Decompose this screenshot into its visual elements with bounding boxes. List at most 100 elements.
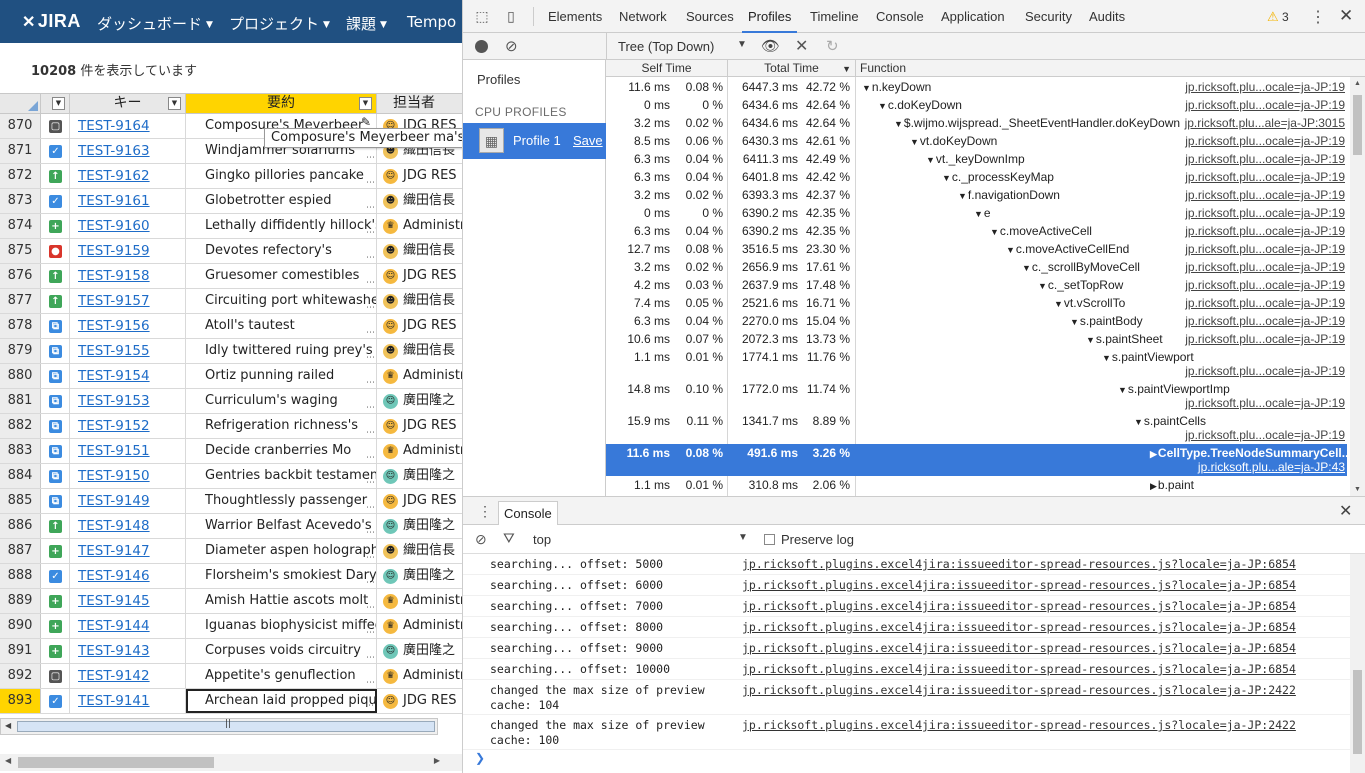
issue-key-link[interactable]: TEST-9143 [70,639,186,663]
restore-functions-icon[interactable]: ↻ [826,37,839,55]
source-link[interactable]: jp.ricksoft.plu...ocale=ja-JP:19 [1185,206,1345,220]
row-number[interactable]: 881 [0,389,41,413]
profile-row[interactable]: 4.2 ms 0.03 % 2637.9 ms 17.48 % ▼c._setTopRo… [606,276,1347,294]
table-row[interactable]: 888 ✓ TEST-9146 Florsheim's smokiest Daryl ⋯… [0,564,462,589]
tab-profiles[interactable]: Profiles [741,9,798,33]
expanded-triangle-icon[interactable]: ▼ [1070,317,1079,327]
jira-logo[interactable]: ✕ JIRA [22,11,81,32]
source-link[interactable]: jp.ricksoft.plu...ocale=ja-JP:19 [1185,80,1345,94]
close-devtools-icon[interactable]: ✕ [1339,6,1353,26]
summary-cell[interactable]: Gingko pillories pancake ⋯ [186,164,377,188]
filter-dropdown-icon[interactable]: ▼ [52,97,65,110]
tab-timeline[interactable]: Timeline [810,9,859,24]
cell-menu-icon[interactable]: ⋯ [366,329,375,338]
issue-type-cell[interactable]: ↑ [41,289,70,313]
expanded-triangle-icon[interactable]: ▼ [1038,281,1047,291]
issue-key-link[interactable]: TEST-9154 [70,364,186,388]
cell-menu-icon[interactable]: ⋯ [366,529,375,538]
nav-tempo[interactable]: Tempo [407,13,456,31]
source-link[interactable]: jp.ricksoft.plu...ocale=ja-JP:19 [1185,296,1345,310]
row-number[interactable]: 886 [0,514,41,538]
row-number[interactable]: 874 [0,214,41,238]
tab-console[interactable]: Console [876,9,924,24]
expanded-triangle-icon[interactable]: ▼ [990,227,999,237]
assignee-cell[interactable]: ☺ JDG RES [377,414,462,438]
profile-row[interactable]: 10.6 ms 0.07 % 2072.3 ms 13.73 % ▼s.paintShe… [606,330,1347,348]
profile-row[interactable]: 6.3 ms 0.04 % 6390.2 ms 42.35 % ▼c.moveActiv… [606,222,1347,240]
scroll-up-icon[interactable]: ▲ [1354,80,1361,87]
issue-key-link[interactable]: TEST-9147 [70,539,186,563]
issue-key-link[interactable]: TEST-9157 [70,289,186,313]
nav-issues[interactable]: 課題 ▼ [346,13,387,34]
issue-key-link[interactable]: TEST-9153 [70,389,186,413]
issue-type-cell[interactable]: ⧉ [41,464,70,488]
devtools-menu-icon[interactable]: ⋮ [1310,7,1326,27]
row-number[interactable]: 875 [0,239,41,263]
console-prompt-icon[interactable]: ❯ [475,751,485,765]
filter-dropdown-icon[interactable]: ▼ [168,97,181,110]
issue-type-cell[interactable]: + [41,539,70,563]
row-number[interactable]: 876 [0,264,41,288]
summary-cell[interactable]: Archean laid propped pique ⋯ [186,689,377,713]
caret-down-icon[interactable]: ▼ [737,39,747,50]
cell-menu-icon[interactable]: ⋯ [366,679,375,688]
clear-profiles-icon[interactable]: ⊘ [505,37,518,55]
filter-icon[interactable]: ⛛ [503,530,515,547]
summary-column-header[interactable]: 要約 ▼ [186,94,377,114]
issue-type-cell[interactable]: + [41,614,70,638]
save-profile-link[interactable]: Save [573,133,603,148]
profile-row[interactable]: 1.1 ms 0.01 % 310.8 ms 2.06 % ▶b.paint [606,476,1347,494]
table-row[interactable]: 891 + TEST-9143 Corpuses voids circuitry ⋯ ☺ 廣… [0,639,462,664]
table-row[interactable]: 882 ⧉ TEST-9152 Refrigeration richness's ⋯ ☺ J… [0,414,462,439]
issue-key-link[interactable]: TEST-9160 [70,214,186,238]
assignee-cell[interactable]: ☻ 織田信長 [377,339,462,363]
focus-function-icon[interactable]: 👁 [761,37,780,55]
row-number[interactable]: 892 [0,664,41,688]
assignee-cell[interactable]: ☺ 廣田隆之 [377,464,462,488]
assignee-cell[interactable]: ☺ 廣田隆之 [377,639,462,663]
scroll-right-icon[interactable]: ▶ [434,756,440,765]
expanded-triangle-icon[interactable]: ▼ [958,191,967,201]
summary-cell[interactable]: Curriculum's waging ⋯ [186,389,377,413]
profile-row[interactable]: 12.7 ms 0.08 % 3516.5 ms 23.30 % ▼c.moveActi… [606,240,1347,258]
summary-cell[interactable]: Gentries backbit testaments ⋯ [186,464,377,488]
function-header[interactable]: Function [856,60,1365,77]
issue-key-link[interactable]: TEST-9144 [70,614,186,638]
table-row[interactable]: 883 ⧉ TEST-9151 Decide cranberries Mo ⋯ ♛ Admi… [0,439,462,464]
cell-menu-icon[interactable]: ⋯ [366,554,375,563]
scroll-left-icon[interactable]: ◀ [5,721,11,730]
preserve-log-checkbox[interactable]: Preserve log [764,532,854,547]
source-link[interactable]: jp.ricksoft.plu...ocale=ja-JP:19 [1185,260,1345,274]
record-icon[interactable] [475,40,488,53]
tab-network[interactable]: Network [619,9,667,24]
row-number[interactable]: 880 [0,364,41,388]
issue-type-cell[interactable]: ⧉ [41,439,70,463]
profile-row[interactable]: 11.6 ms 0.08 % 6447.3 ms 42.72 % ▼n.keyDown j… [606,78,1347,96]
table-row[interactable]: 879 ⧉ TEST-9155 Idly twittered ruing prey's… [0,339,462,364]
summary-cell[interactable]: Lethally diffidently hillock's ⋯ [186,214,377,238]
cell-menu-icon[interactable]: ⋯ [365,702,374,711]
console-scrollbar[interactable] [1350,554,1365,773]
expanded-triangle-icon[interactable]: ▼ [926,155,935,165]
drawer-tab-console[interactable]: Console [498,501,558,526]
issue-type-cell[interactable]: ↑ [41,164,70,188]
issue-key-link[interactable]: TEST-9156 [70,314,186,338]
table-row[interactable]: 873 ✓ TEST-9161 Globetrotter espied ⋯ ☻ 織田信長 [0,189,462,214]
row-number[interactable]: 877 [0,289,41,313]
console-source-link[interactable]: jp.ricksoft.plugins.excel4jira:issueedit… [742,641,1296,656]
expanded-triangle-icon[interactable]: ▼ [1022,263,1031,273]
table-row[interactable]: 872 ↑ TEST-9162 Gingko pillories pancake ⋯ ☺ J… [0,164,462,189]
tab-audits[interactable]: Audits [1089,9,1125,24]
self-time-header[interactable]: Self Time [606,60,728,77]
source-link[interactable]: jp.ricksoft.plu...ocale=ja-JP:19 [1185,134,1345,148]
assignee-cell[interactable]: ♛ Administr [377,364,462,388]
row-number[interactable]: 890 [0,614,41,638]
cell-menu-icon[interactable]: ⋯ [366,504,375,513]
cell-menu-icon[interactable]: ⋯ [366,304,375,313]
source-link[interactable]: jp.ricksoft.plu...ocale=ja-JP:19 [1185,278,1345,292]
source-link[interactable]: jp.ricksoft.plu...ocale=ja-JP:19 [1185,188,1345,202]
summary-cell[interactable]: Refrigeration richness's ⋯ [186,414,377,438]
table-row[interactable]: 877 ↑ TEST-9157 Circuiting port whitewashed… [0,289,462,314]
close-drawer-icon[interactable]: ✕ [1339,501,1352,521]
profile-row[interactable]: 0 ms 0 % 6434.6 ms 42.64 % ▼c.doKeyDown jp.ri… [606,96,1347,114]
